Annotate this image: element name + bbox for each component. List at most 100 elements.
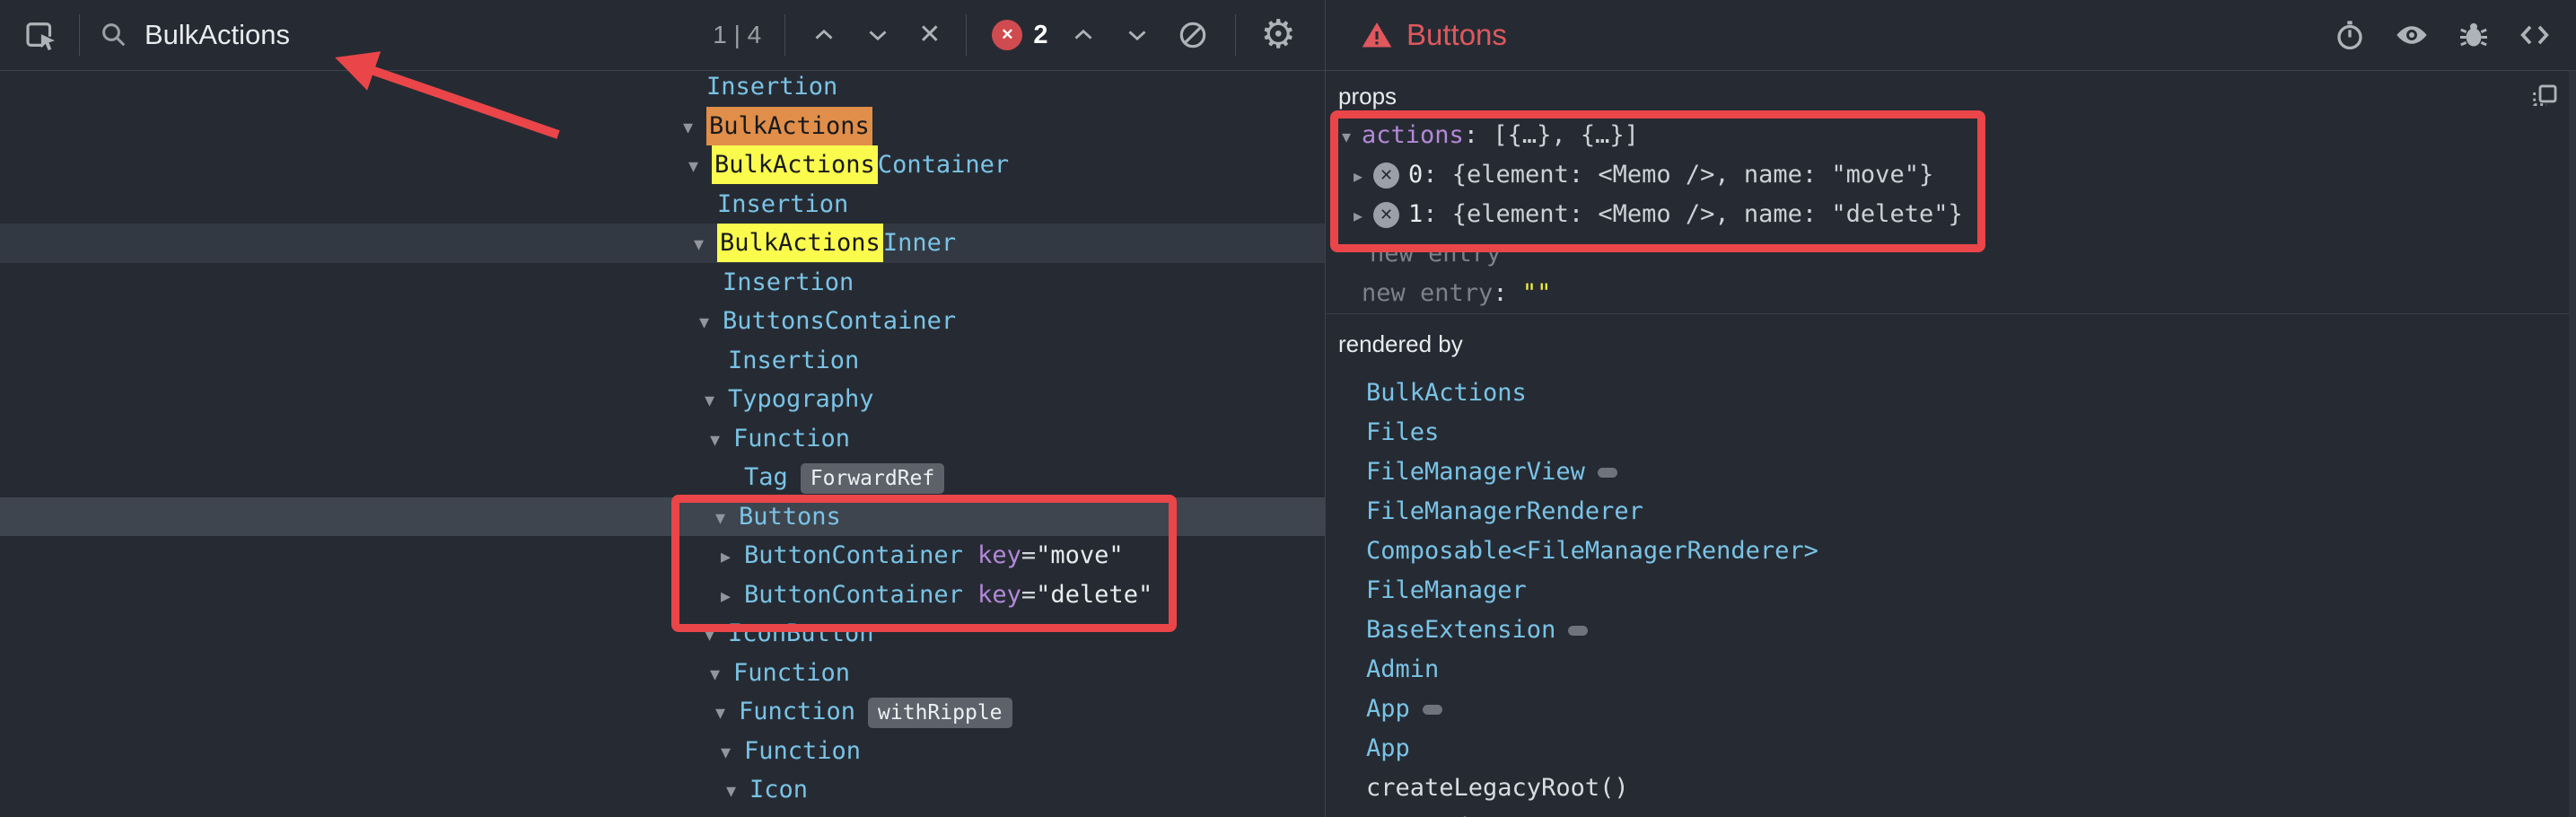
owner-row[interactable]: FileManager — [1327, 571, 2576, 611]
tree-row[interactable]: Insertion — [0, 341, 1325, 381]
tree-node-text: ButtonContainer — [744, 541, 963, 569]
suppress-errors-button[interactable] — [1176, 18, 1210, 52]
inspect-element-icon — [22, 16, 59, 54]
tree-node-text: Function — [739, 698, 855, 725]
tree-row[interactable]: ▸ButtonContainer key="delete" — [0, 575, 1325, 615]
tree-node-text: ButtonContainer — [744, 581, 963, 609]
owner-row[interactable]: BulkActions — [1327, 373, 2576, 413]
tree-row[interactable]: ▾Function — [0, 732, 1325, 771]
expander-right-icon[interactable]: ▸ — [721, 577, 744, 617]
owner-row[interactable]: BaseExtension — [1327, 611, 2576, 650]
tree-row[interactable]: ▾Function — [0, 654, 1325, 693]
tree-node-text: Icon — [749, 776, 808, 804]
previous-error-button[interactable] — [1068, 20, 1099, 50]
tree-row[interactable]: ▾BulkActionsInner — [0, 224, 1325, 263]
tree-node-text: key — [977, 581, 1021, 609]
ban-icon — [1176, 18, 1210, 52]
tree-row[interactable]: ▾Function — [0, 419, 1325, 459]
prop-row[interactable]: new entry: "" — [1327, 274, 2576, 313]
owner-row[interactable]: FileManagerView — [1327, 452, 2576, 492]
tree-node-text: Container — [878, 151, 1009, 179]
next-result-button[interactable] — [863, 20, 893, 50]
expander-down-icon[interactable]: ▾ — [721, 734, 744, 773]
tree-row[interactable]: ▾Icon — [0, 770, 1325, 810]
owner-row[interactable]: Files — [1327, 413, 2576, 452]
inspect-element-button[interactable] — [22, 16, 59, 54]
prop-text: : — [1493, 279, 1522, 307]
expander-down-icon[interactable]: ▾ — [705, 382, 728, 421]
prop-row[interactable]: new entry — [1327, 234, 2576, 274]
next-error-button[interactable] — [1122, 20, 1152, 50]
tree-row[interactable]: ▸ButtonContainer key="move" — [0, 536, 1325, 575]
tree-row[interactable]: Insertion — [0, 67, 1325, 107]
delete-entry-icon[interactable]: ✕ — [1373, 163, 1399, 189]
tree-row[interactable]: ▾Typography — [0, 380, 1325, 419]
scrollbar-track[interactable] — [2569, 71, 2576, 817]
expander-down-icon[interactable]: ▾ — [710, 655, 733, 695]
rendered-by-list: BulkActionsFilesFileManagerViewFileManag… — [1327, 373, 2576, 817]
eye-icon — [2393, 16, 2431, 54]
tree-row[interactable]: Insertion — [0, 263, 1325, 303]
prop-row[interactable]: ▾actions: [{…}, {…}] — [1327, 116, 2576, 155]
owner-name: BaseExtension — [1366, 616, 1555, 644]
code-brackets-icon — [2517, 17, 2553, 53]
close-icon: ✕ — [918, 22, 941, 48]
expander-down-icon[interactable]: ▾ — [699, 303, 723, 343]
tree-node-text: key — [977, 541, 1021, 569]
search-input[interactable]: BulkActions — [145, 19, 713, 51]
tree-row[interactable]: Insertion — [0, 185, 1325, 224]
expander-down-icon[interactable]: ▾ — [688, 147, 712, 187]
prop-text: "" — [1522, 279, 1552, 307]
previous-result-button[interactable] — [809, 20, 839, 50]
tree-row[interactable]: ▾FunctionwithRipple — [0, 692, 1325, 732]
tree-node-text: = — [1021, 581, 1036, 609]
chevron-up-icon — [809, 20, 839, 50]
clear-search-button[interactable]: ✕ — [918, 22, 941, 48]
expander-down-icon[interactable]: ▾ — [694, 225, 717, 265]
log-to-console-button[interactable] — [2456, 17, 2492, 53]
expander-down-icon[interactable]: ▾ — [705, 616, 728, 655]
expander-down-icon[interactable]: ▾ — [683, 109, 706, 148]
owner-name: App — [1366, 734, 1410, 762]
chevron-down-icon — [863, 20, 893, 50]
prop-text: : {element: <Memo />, name: "delete"} — [1423, 200, 1962, 228]
tree-node-text — [963, 541, 977, 569]
expander-down-icon[interactable]: ▾ — [715, 694, 739, 734]
error-badge-icon: ✕ — [992, 20, 1022, 50]
owner-row[interactable]: Admin — [1327, 650, 2576, 690]
expander-down-icon[interactable]: ▾ — [726, 772, 749, 812]
tree-row[interactable]: ▾IconButton — [0, 614, 1325, 654]
chevron-down-icon — [1122, 20, 1152, 50]
view-source-button[interactable] — [2517, 17, 2553, 53]
inspected-component-title: Buttons — [1406, 18, 1507, 52]
inspect-dom-button[interactable] — [2393, 16, 2431, 54]
owner-name: BulkActions — [1366, 379, 1527, 407]
tree-node-text: Insertion — [717, 190, 848, 218]
tree-node-text: = — [1021, 541, 1036, 569]
expander-right-icon[interactable]: ▸ — [1354, 156, 1373, 196]
expander-down-icon[interactable]: ▾ — [715, 499, 739, 539]
owner-row[interactable]: App — [1327, 690, 2576, 729]
owner-row[interactable]: createLegacyRoot() — [1327, 769, 2576, 808]
suspend-toggle-button[interactable] — [2332, 17, 2368, 53]
tree-row[interactable]: ▾BulkActionsContainer — [0, 145, 1325, 185]
expander-down-icon[interactable]: ▾ — [1342, 117, 1362, 156]
tree-row[interactable]: ▾ButtonsContainer — [0, 302, 1325, 341]
divider — [784, 14, 785, 56]
prop-row[interactable]: ▸✕0: {element: <Memo />, name: "move"} — [1327, 155, 2576, 195]
owner-row[interactable]: FileManagerRenderer — [1327, 492, 2576, 531]
owner-row[interactable]: Composable<FileManagerRenderer> — [1327, 531, 2576, 571]
expander-down-icon[interactable]: ▾ — [710, 421, 733, 461]
tree-row[interactable]: TagForwardRef — [0, 458, 1325, 497]
prop-row[interactable]: ▸✕1: {element: <Memo />, name: "delete"} — [1327, 195, 2576, 234]
owner-row[interactable]: react-dom@17.0.2 — [1327, 808, 2576, 817]
copy-props-button[interactable] — [2529, 82, 2560, 112]
delete-entry-icon[interactable]: ✕ — [1373, 202, 1399, 228]
react-devtools-components-panel: BulkActions 1 | 4 ✕ ✕ 2 — [0, 0, 2576, 817]
expander-right-icon[interactable]: ▸ — [721, 538, 744, 577]
tree-row[interactable]: ▾BulkActions — [0, 107, 1325, 146]
tree-row[interactable]: ▾Buttons — [0, 497, 1325, 537]
settings-button[interactable]: ⚙ — [1261, 15, 1296, 55]
expander-right-icon[interactable]: ▸ — [1354, 196, 1373, 235]
owner-row[interactable]: App — [1327, 729, 2576, 769]
